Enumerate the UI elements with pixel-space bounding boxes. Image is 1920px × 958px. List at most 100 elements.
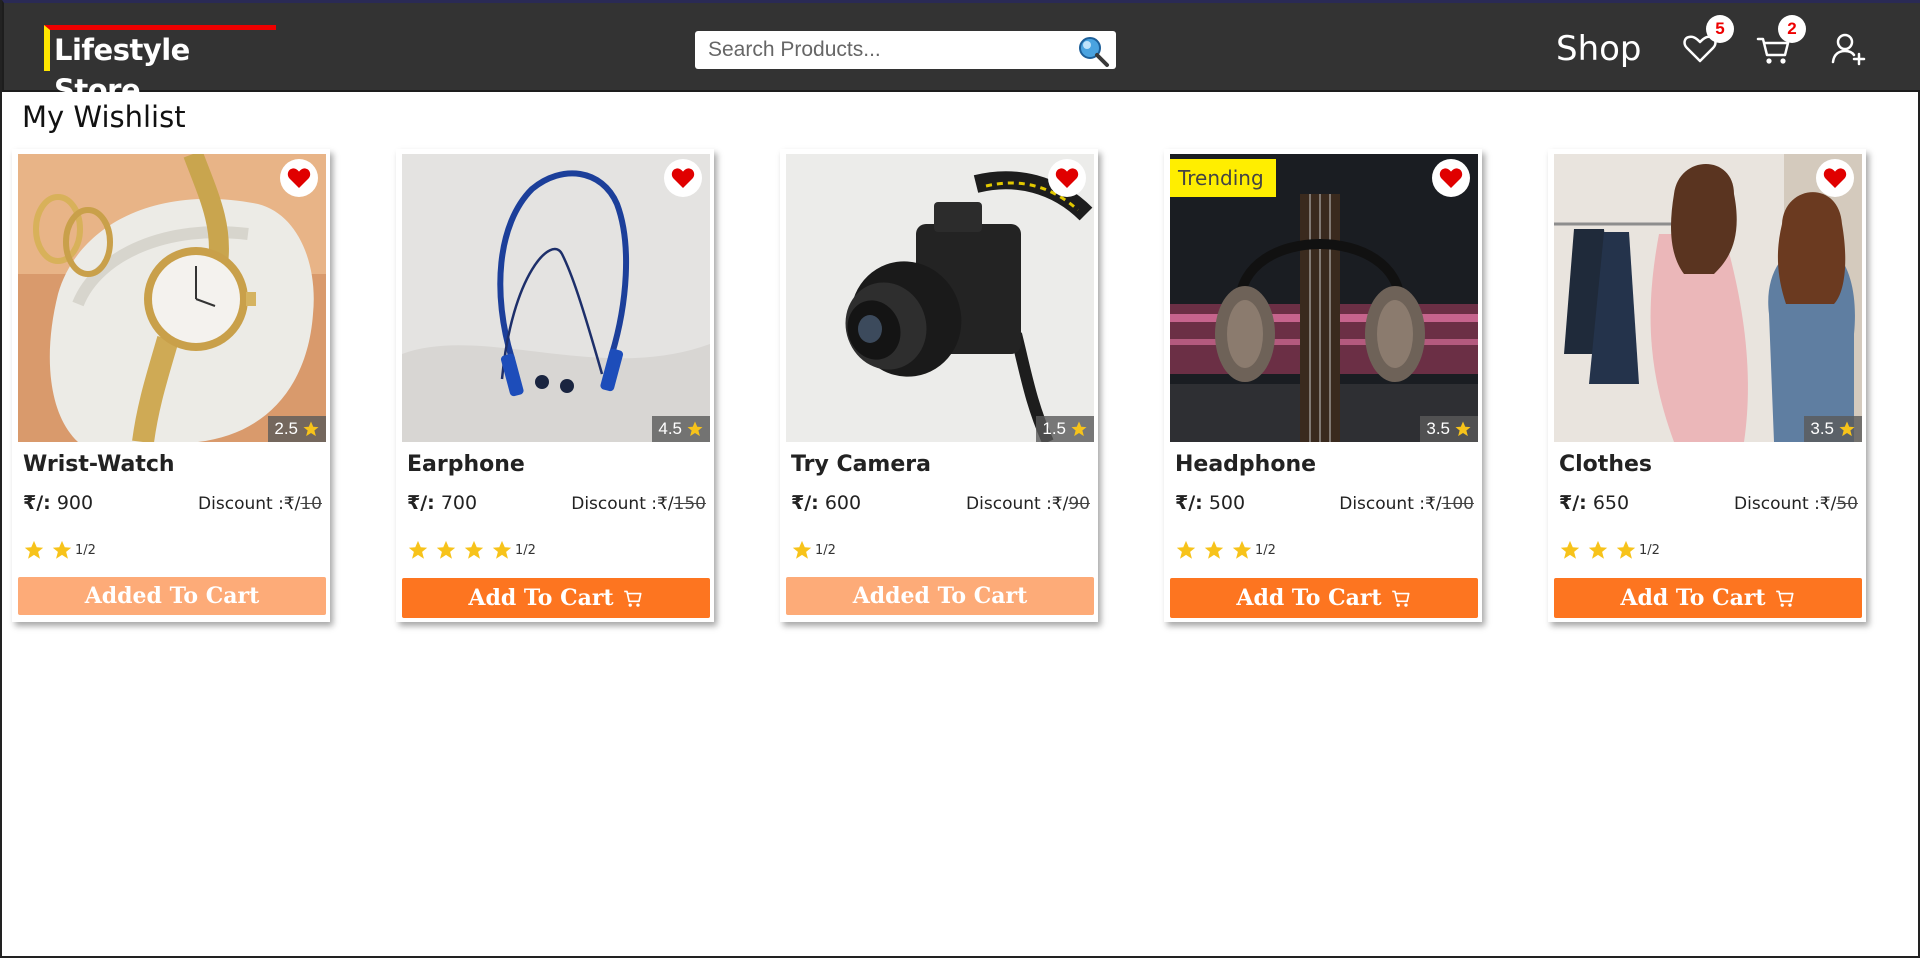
star-icon — [1232, 540, 1252, 559]
button-label: Add To Cart — [1236, 585, 1382, 611]
account-button[interactable] — [1828, 29, 1868, 69]
star-icon — [408, 540, 428, 559]
discount-label: Discount :₹/ — [1339, 494, 1442, 514]
rating-badge: 3.5 — [1420, 416, 1478, 442]
currency-label: ₹/: — [23, 492, 51, 514]
add-to-cart-button[interactable]: Add To Cart — [1554, 578, 1862, 618]
rating-value: 3.5 — [1810, 419, 1834, 438]
product-name[interactable]: Wrist-Watch — [23, 452, 175, 477]
product-price: ₹/: 900 — [23, 492, 93, 514]
wishlist-toggle[interactable] — [1048, 159, 1086, 197]
cart-button[interactable]: 2 — [1754, 15, 1806, 69]
rating-value: 4.5 — [658, 419, 682, 438]
wishlist-count-badge: 5 — [1706, 15, 1734, 43]
rating-badge: 1.5 — [1036, 416, 1094, 442]
cart-icon — [1775, 590, 1794, 607]
discount-value: 50 — [1836, 494, 1858, 514]
rating-value: 1.5 — [1042, 419, 1066, 438]
trending-badge: Trending — [1170, 159, 1276, 197]
heart-filled-icon — [1439, 168, 1463, 188]
star-icon — [1176, 540, 1196, 559]
star-icon — [492, 540, 512, 559]
heart-filled-icon — [1055, 168, 1079, 188]
price-value: 650 — [1592, 492, 1630, 514]
half-star-label: 1/2 — [1255, 542, 1276, 558]
star-icon — [792, 540, 812, 559]
star-icon — [687, 421, 703, 437]
currency-label: ₹/: — [1559, 492, 1587, 514]
add-to-cart-button[interactable]: Add To Cart — [1170, 578, 1478, 618]
rating-value: 3.5 — [1426, 419, 1450, 438]
star-icon — [1616, 540, 1636, 559]
product-name[interactable]: Headphone — [1175, 452, 1316, 477]
product-price: ₹/: 500 — [1175, 492, 1245, 514]
star-rating: 1/2 — [791, 539, 836, 561]
product-discount: Discount :₹/100 — [1339, 494, 1474, 514]
star-icon — [1204, 540, 1224, 559]
product-name[interactable]: Earphone — [407, 452, 525, 477]
product-card-wrist-watch[interactable]: 2.5 Wrist-Watch ₹/: 900 Discount :₹/10 1… — [12, 149, 330, 622]
search-input[interactable] — [695, 31, 1065, 69]
currency-label: ₹/: — [791, 492, 819, 514]
nav-shop-link[interactable]: Shop — [1556, 27, 1642, 71]
button-label: Added To Cart — [84, 583, 260, 609]
rating-badge: 4.5 — [652, 416, 710, 442]
half-star-label: 1/2 — [1639, 542, 1660, 558]
product-card-headphone[interactable]: Trending 3.5 Headphone ₹/: 500 Discount … — [1164, 149, 1482, 622]
star-icon — [1071, 421, 1087, 437]
product-card-clothes[interactable]: 3.5 Clothes ₹/: 650 Discount :₹/50 1/2 A… — [1548, 149, 1866, 622]
product-image-wrist-watch[interactable]: 2.5 — [18, 154, 326, 442]
discount-label: Discount :₹/ — [1734, 494, 1837, 514]
brand-logo[interactable]: Lifestyle Store — [44, 25, 276, 107]
price-value: 500 — [1208, 492, 1246, 514]
star-icon — [464, 540, 484, 559]
discount-value: 90 — [1068, 494, 1090, 514]
cart-count-badge: 2 — [1778, 15, 1806, 43]
price-value: 700 — [440, 492, 478, 514]
star-icon — [24, 540, 44, 559]
cart-icon — [1391, 590, 1410, 607]
star-icon — [52, 540, 72, 559]
star-rating: 1/2 — [23, 539, 96, 561]
page: Lifestyle Store Shop 5 — [0, 0, 1920, 958]
discount-label: Discount :₹/ — [198, 494, 301, 514]
search-bar — [695, 31, 1116, 69]
add-to-cart-button[interactable]: Add To Cart — [402, 578, 710, 618]
half-star-label: 1/2 — [75, 542, 96, 558]
button-label: Add To Cart — [468, 585, 614, 611]
wishlist-button[interactable]: 5 — [1680, 15, 1734, 69]
added-to-cart-button[interactable]: Added To Cart — [18, 577, 326, 615]
page-title: My Wishlist — [22, 100, 186, 134]
star-rating: 1/2 — [1559, 539, 1660, 561]
price-value: 900 — [56, 492, 94, 514]
product-card-earphone[interactable]: 4.5 Earphone ₹/: 700 Discount :₹/150 1/2… — [396, 149, 714, 622]
product-name[interactable]: Try Camera — [791, 452, 931, 477]
product-image-headphone[interactable]: Trending 3.5 — [1170, 154, 1478, 442]
search-button[interactable] — [1076, 34, 1110, 68]
product-price: ₹/: 600 — [791, 492, 861, 514]
product-image-clothes[interactable]: 3.5 — [1554, 154, 1862, 442]
product-discount: Discount :₹/150 — [571, 494, 706, 514]
wishlist-toggle[interactable] — [280, 159, 318, 197]
star-icon — [1560, 540, 1580, 559]
product-image-camera[interactable]: 1.5 — [786, 154, 1094, 442]
star-rating: 1/2 — [407, 539, 536, 561]
product-price: ₹/: 650 — [1559, 492, 1629, 514]
product-image-earphone[interactable]: 4.5 — [402, 154, 710, 442]
wishlist-toggle[interactable] — [1432, 159, 1470, 197]
wishlist-toggle[interactable] — [664, 159, 702, 197]
half-star-label: 1/2 — [815, 542, 836, 558]
product-discount: Discount :₹/10 — [198, 494, 322, 514]
product-card-try-camera[interactable]: 1.5 Try Camera ₹/: 600 Discount :₹/90 1/… — [780, 149, 1098, 622]
rating-value: 2.5 — [274, 419, 298, 438]
added-to-cart-button[interactable]: Added To Cart — [786, 577, 1094, 615]
brand-name: Lifestyle Store — [54, 33, 190, 107]
star-rating: 1/2 — [1175, 539, 1276, 561]
product-name[interactable]: Clothes — [1559, 452, 1652, 477]
wishlist-toggle[interactable] — [1816, 159, 1854, 197]
star-icon — [303, 421, 319, 437]
add-user-icon — [1831, 33, 1866, 66]
heart-filled-icon — [1823, 168, 1847, 188]
half-star-label: 1/2 — [515, 542, 536, 558]
navbar: Lifestyle Store Shop 5 — [2, 0, 1920, 107]
